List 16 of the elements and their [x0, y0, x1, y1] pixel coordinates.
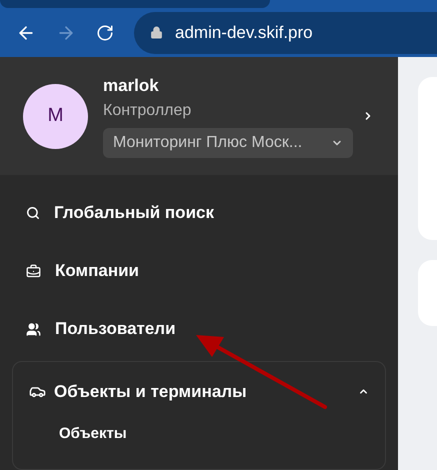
user-name: marlok — [103, 74, 160, 96]
nav-group-header[interactable]: Объекты и терминалы — [29, 379, 369, 404]
company-select[interactable]: Мониторинг Плюс Моск... — [103, 128, 353, 158]
search-icon — [26, 206, 40, 220]
nav-item[interactable]: Пользователи — [26, 319, 372, 339]
lock-icon — [150, 26, 163, 39]
url-text: admin-dev.skif.pro — [175, 22, 313, 44]
nav-subitem[interactable]: Объекты — [59, 422, 369, 445]
nav-item[interactable]: Глобальный поиск — [26, 203, 372, 223]
reload-button[interactable] — [96, 24, 114, 42]
people-icon — [26, 322, 41, 336]
avatar: M — [23, 84, 88, 148]
briefcase-icon — [26, 264, 41, 278]
address-bar[interactable]: admin-dev.skif.pro — [134, 12, 437, 54]
user-role: Контроллер — [103, 100, 192, 120]
nav-item[interactable]: Компании — [26, 261, 372, 281]
